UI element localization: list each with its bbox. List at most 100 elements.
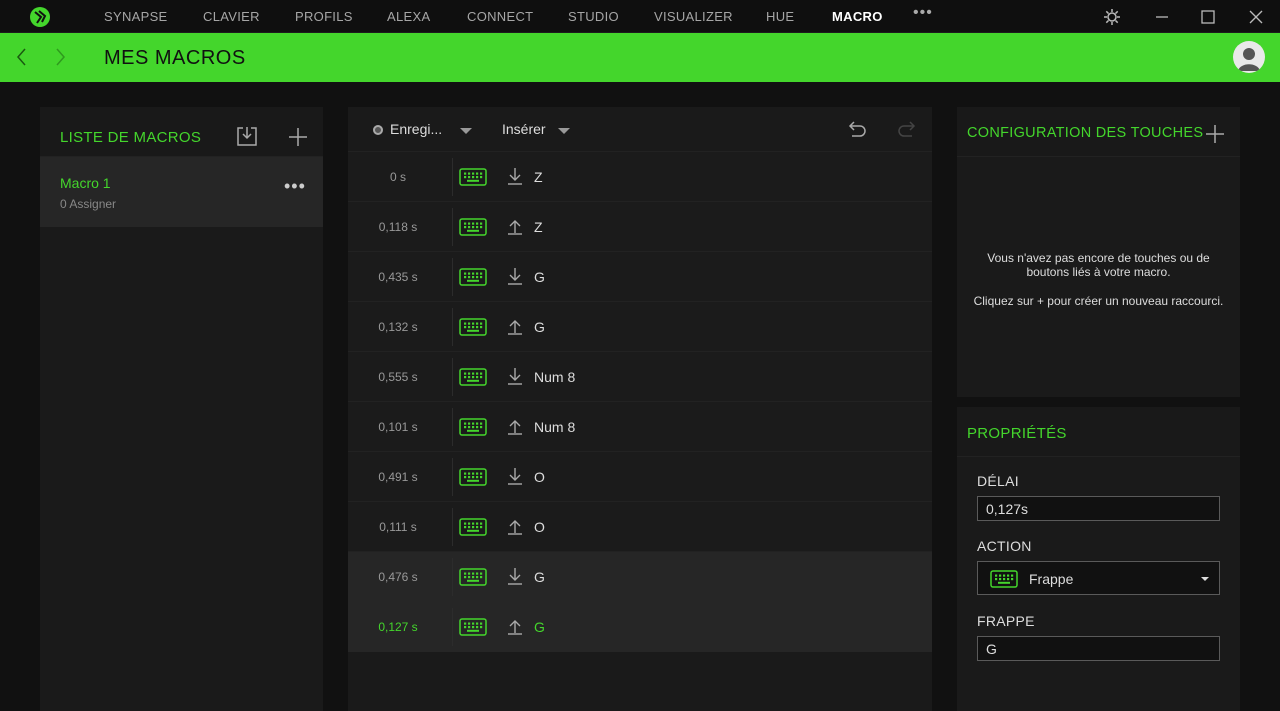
event-delay: 0,476 s	[378, 570, 418, 584]
import-icon[interactable]	[235, 124, 259, 148]
action-value: Frappe	[1029, 571, 1074, 587]
page-title: MES MACROS	[104, 47, 246, 69]
razer-logo-icon[interactable]	[28, 6, 52, 28]
maximize-icon[interactable]	[1198, 7, 1218, 27]
macro-event-row[interactable]: 0,476 s G	[348, 552, 932, 602]
key-config-empty-line3: Cliquez sur + pour créer un nouveau racc…	[973, 294, 1224, 308]
row-divider	[452, 508, 453, 546]
macro-list-title: LISTE DE MACROS	[60, 129, 202, 146]
row-divider	[452, 608, 453, 646]
action-select[interactable]: Frappe	[977, 561, 1220, 595]
key-down-arrow-icon	[506, 266, 524, 286]
row-divider	[452, 558, 453, 596]
macro-event-row[interactable]: 0 s Z	[348, 152, 932, 202]
macro-event-row[interactable]: 0,435 s G	[348, 252, 932, 302]
event-delay: 0,132 s	[378, 320, 418, 334]
event-delay: 0,491 s	[378, 470, 418, 484]
event-key: Z	[534, 219, 543, 235]
key-config-empty-line1: Vous n'avez pas encore de touches ou de	[987, 251, 1210, 265]
insert-dropdown-icon[interactable]	[558, 128, 570, 134]
macro-editor-toolbar: Enregi... Insérer	[348, 107, 932, 152]
row-divider	[452, 158, 453, 196]
event-delay: 0,435 s	[378, 270, 418, 284]
back-arrow-icon[interactable]	[12, 43, 32, 71]
key-down-arrow-icon	[506, 466, 524, 486]
row-divider	[452, 408, 453, 446]
delay-input[interactable]: 0,127s	[977, 496, 1220, 521]
event-delay: 0,127 s	[378, 620, 418, 634]
macro-event-row[interactable]: 0,111 s O	[348, 502, 932, 552]
key-config-empty-line2: boutons liés à votre macro.	[1026, 265, 1171, 279]
main-area: LISTE DE MACROS Macro 1 0 Assigner ••• E…	[0, 82, 1280, 711]
macro-event-row[interactable]: 0,555 s Num 8	[348, 352, 932, 402]
add-macro-plus-icon[interactable]	[286, 125, 310, 149]
add-key-plus-icon[interactable]	[1203, 122, 1227, 146]
event-key: O	[534, 469, 545, 485]
keyboard-icon	[459, 268, 487, 286]
nav-synapse[interactable]: SYNAPSE	[104, 9, 168, 24]
page-header: MES MACROS	[0, 33, 1280, 82]
nav-clavier[interactable]: CLAVIER	[203, 9, 260, 24]
row-divider	[452, 358, 453, 396]
close-icon[interactable]	[1246, 7, 1266, 27]
key-down-arrow-icon	[506, 166, 524, 186]
macro-events-empty-area	[348, 652, 932, 711]
key-down-arrow-icon	[506, 566, 524, 586]
redo-icon[interactable]	[896, 117, 920, 141]
record-label[interactable]: Enregi...	[390, 121, 442, 137]
macro-event-row[interactable]: 0,127 s G	[348, 602, 932, 652]
keystroke-input[interactable]: G	[977, 636, 1220, 661]
nav-macro[interactable]: MACRO	[832, 9, 883, 24]
keyboard-icon	[459, 318, 487, 336]
nav-profils[interactable]: PROFILS	[295, 9, 353, 24]
row-divider	[452, 208, 453, 246]
nav-connect[interactable]: CONNECT	[467, 9, 533, 24]
macro-events-list: 0 s Z 0,118 s Z 0,435 s G 0,132 s G 0,555 s Num 8…	[348, 152, 932, 652]
nav-hue[interactable]: HUE	[766, 9, 794, 24]
macro-assign-count: 0 Assigner	[60, 197, 117, 211]
event-key: G	[534, 319, 545, 335]
key-up-arrow-icon	[506, 216, 524, 236]
properties-header: PROPRIÉTÉS	[957, 407, 1240, 457]
insert-label[interactable]: Insérer	[502, 121, 546, 137]
macro-list-item[interactable]: Macro 1 0 Assigner •••	[40, 157, 323, 227]
delay-label: DÉLAI	[977, 473, 1019, 489]
event-delay: 0 s	[389, 170, 406, 184]
macro-name: Macro 1	[60, 175, 111, 191]
key-up-arrow-icon	[506, 616, 524, 636]
settings-gear-icon[interactable]	[1102, 7, 1122, 27]
event-key: Num 8	[534, 369, 576, 385]
event-delay: 0,111 s	[379, 520, 417, 534]
properties-panel: PROPRIÉTÉS DÉLAI 0,127s ACTION Frappe FR…	[957, 407, 1240, 711]
event-key: G	[534, 569, 545, 585]
more-nav-icon[interactable]: •••	[913, 4, 933, 22]
minimize-icon[interactable]	[1152, 7, 1172, 27]
forward-arrow-icon[interactable]	[50, 43, 70, 71]
macro-event-row[interactable]: 0,118 s Z	[348, 202, 932, 252]
event-key: Num 8	[534, 419, 576, 435]
nav-studio[interactable]: STUDIO	[568, 9, 619, 24]
top-nav: SYNAPSE CLAVIER PROFILS ALEXA CONNECT ST…	[0, 0, 1280, 33]
key-down-arrow-icon	[506, 366, 524, 386]
macro-event-row[interactable]: 0,132 s G	[348, 302, 932, 352]
nav-visualizer[interactable]: VISUALIZER	[654, 9, 733, 24]
nav-alexa[interactable]: ALEXA	[387, 9, 430, 24]
key-up-arrow-icon	[506, 416, 524, 436]
row-divider	[452, 308, 453, 346]
key-up-arrow-icon	[506, 516, 524, 536]
record-dot-icon[interactable]	[373, 125, 383, 135]
key-up-arrow-icon	[506, 316, 524, 336]
user-avatar[interactable]	[1233, 41, 1265, 73]
keystroke-label: FRAPPE	[977, 613, 1035, 629]
undo-icon[interactable]	[844, 117, 868, 141]
event-key: G	[534, 619, 545, 635]
keyboard-icon	[459, 618, 487, 636]
record-dropdown-icon[interactable]	[460, 128, 472, 134]
macro-event-row[interactable]: 0,491 s O	[348, 452, 932, 502]
macro-options-icon[interactable]: •••	[284, 177, 306, 195]
keyboard-icon	[459, 418, 487, 436]
keyboard-icon	[459, 568, 487, 586]
keyboard-icon	[459, 518, 487, 536]
macro-event-row[interactable]: 0,101 s Num 8	[348, 402, 932, 452]
event-key: O	[534, 519, 545, 535]
